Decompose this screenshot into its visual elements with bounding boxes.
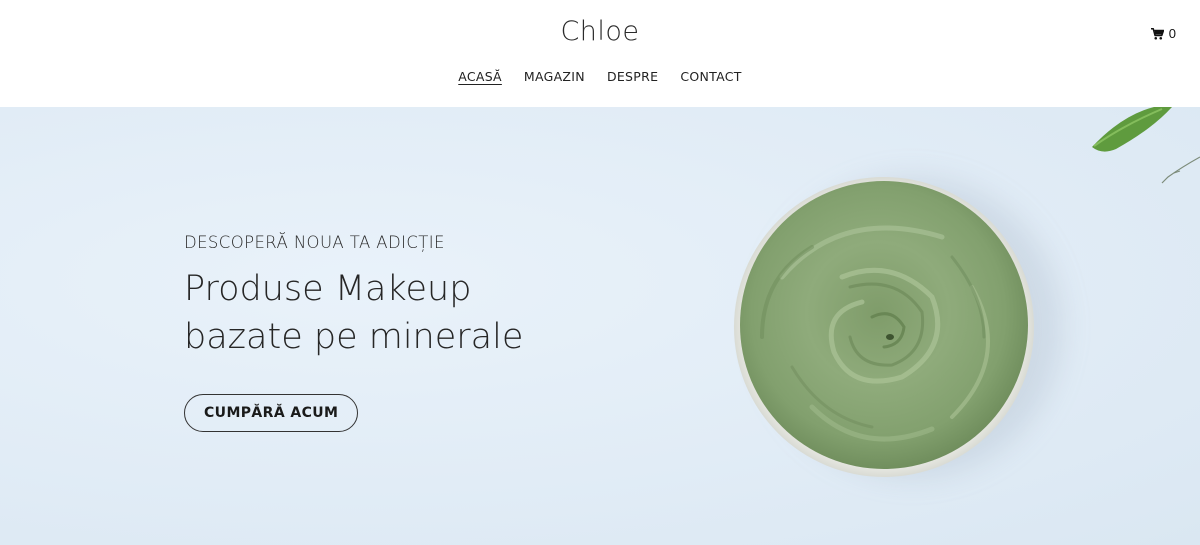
hero-headline: Produse Makeup bazate pe minerale xyxy=(184,269,524,357)
hero-banner: DESCOPERĂ NOUA TA ADICȚIE Produse Makeup… xyxy=(0,107,1200,545)
nav-item-contact[interactable]: CONTACT xyxy=(680,69,741,84)
brand-logo[interactable]: Chloe xyxy=(0,16,1200,47)
nav-item-acasa[interactable]: ACASĂ xyxy=(458,69,502,84)
clay-mask-bowl-image xyxy=(734,177,1034,477)
shopping-cart-icon xyxy=(1150,27,1164,40)
shop-now-button[interactable]: CUMPĂRĂ ACUM xyxy=(184,394,359,432)
nav-item-despre[interactable]: DESPRE xyxy=(607,69,658,84)
nav-item-magazin[interactable]: MAGAZIN xyxy=(524,69,585,84)
cart-button[interactable]: 0 xyxy=(1150,26,1176,41)
main-nav: ACASĂ MAGAZIN DESPRE CONTACT xyxy=(0,69,1200,84)
site-header: Chloe ACASĂ MAGAZIN DESPRE CONTACT 0 xyxy=(0,0,1200,107)
leaf-decoration xyxy=(1092,107,1200,184)
hero-text: DESCOPERĂ NOUA TA ADICȚIE Produse Makeup… xyxy=(184,233,544,432)
cart-count: 0 xyxy=(1168,26,1176,41)
hero-eyebrow: DESCOPERĂ NOUA TA ADICȚIE xyxy=(184,233,445,252)
